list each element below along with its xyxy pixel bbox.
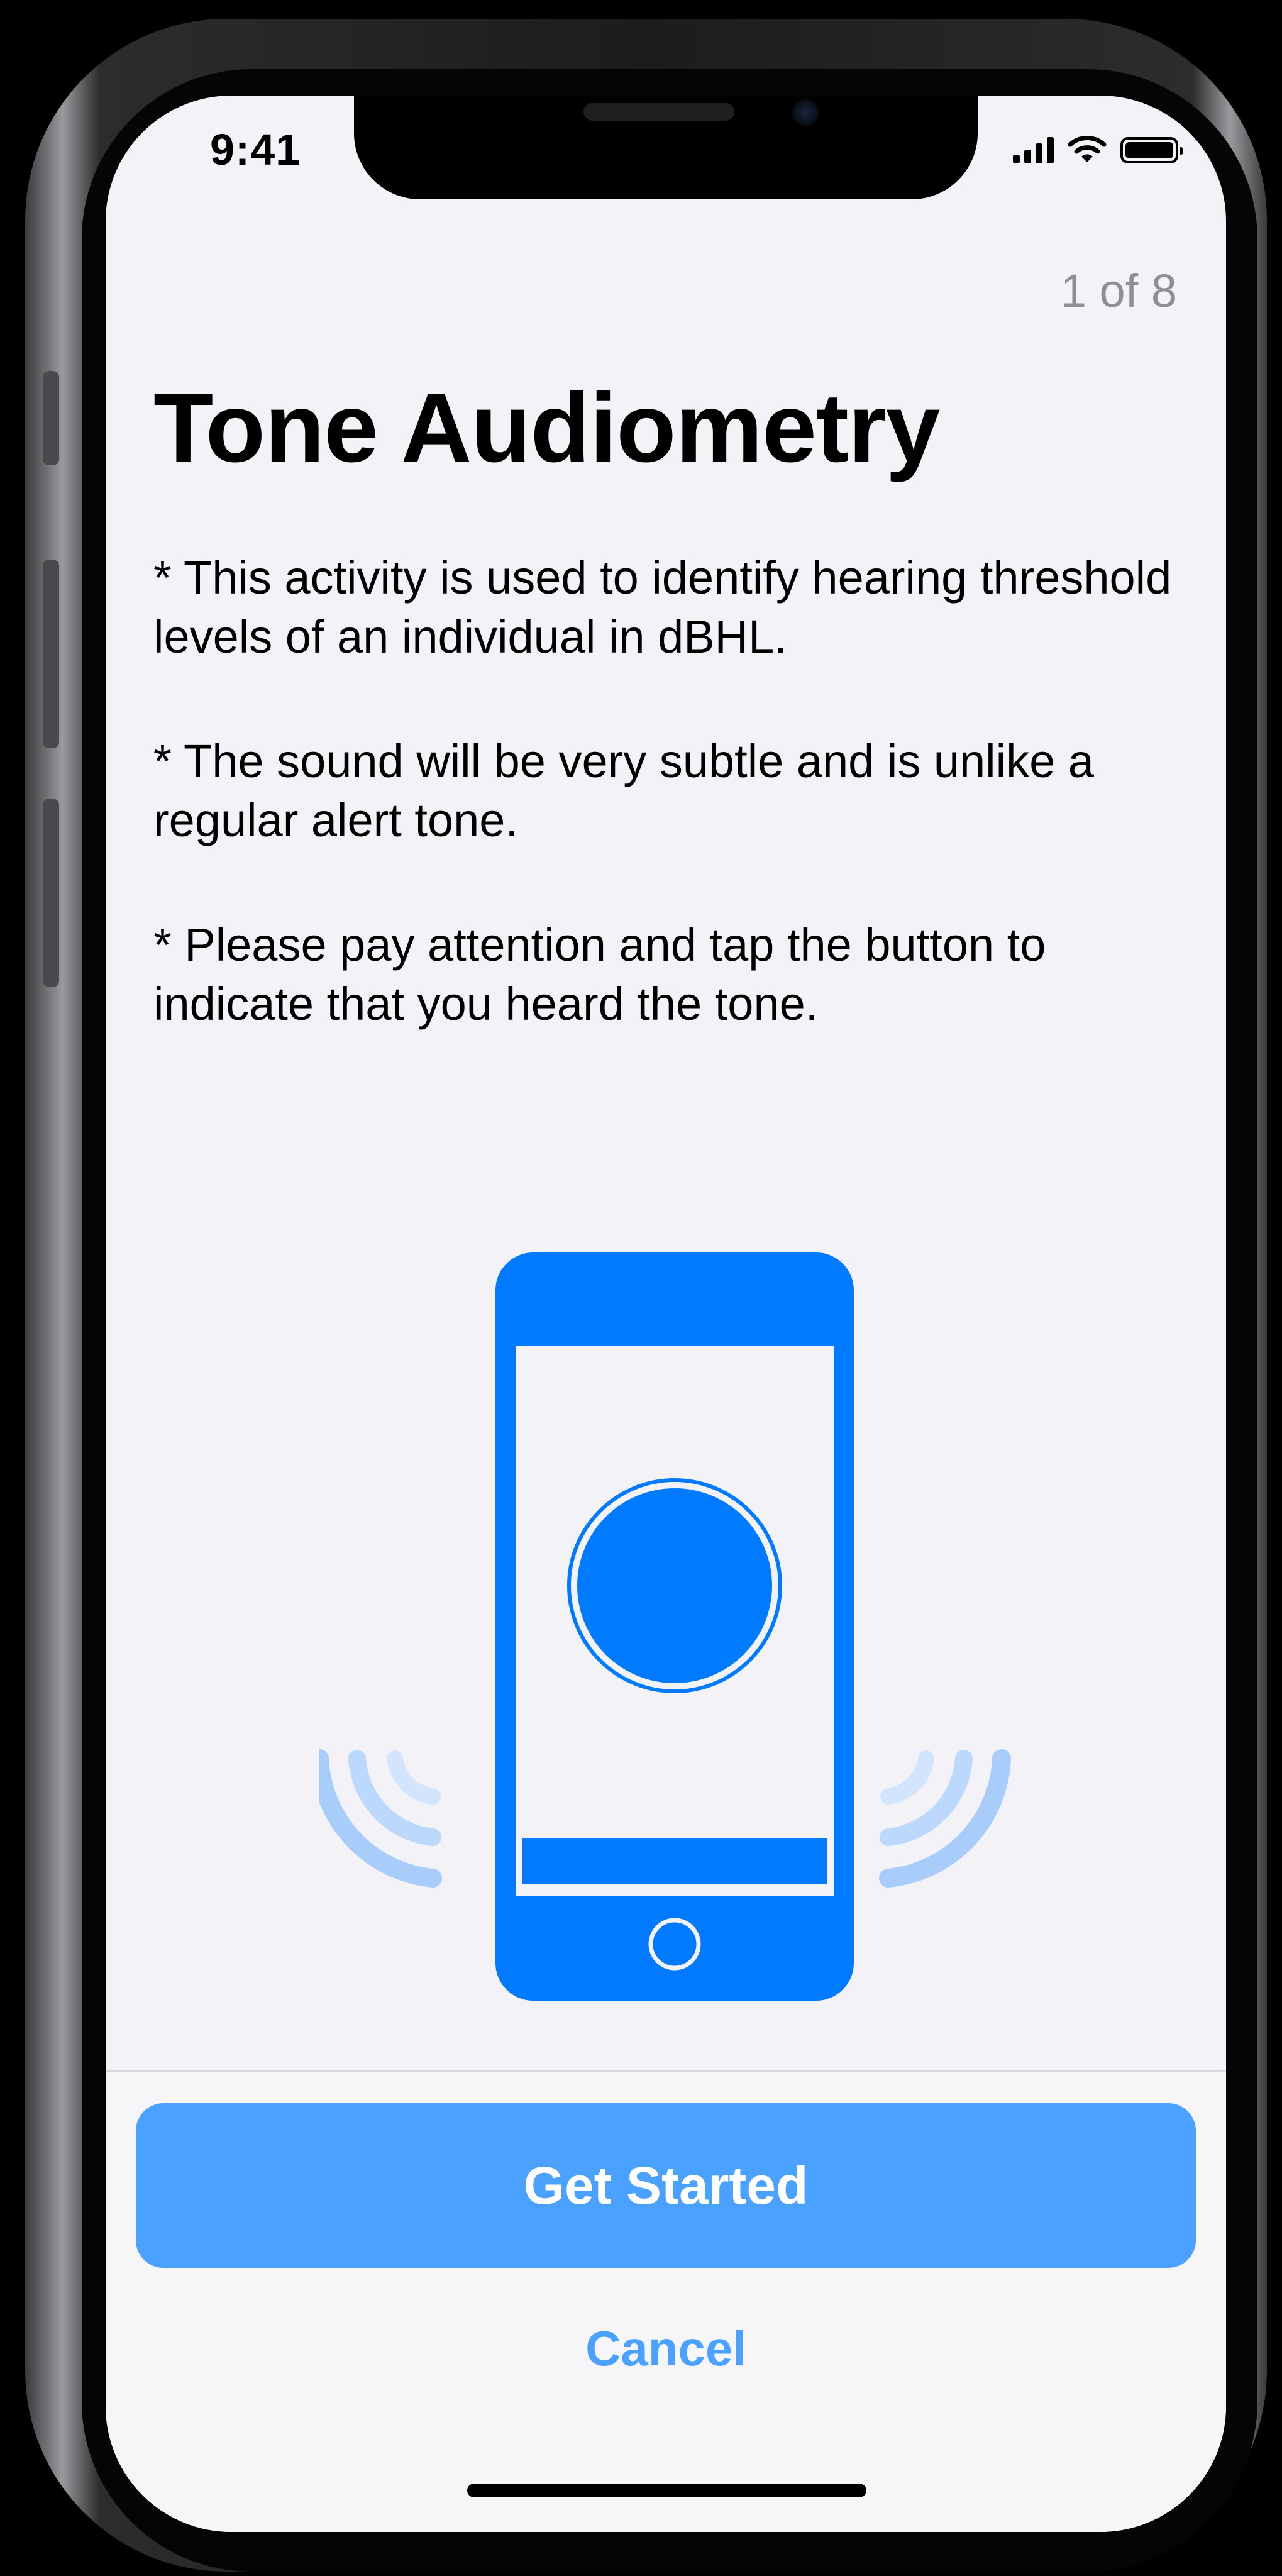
cancel-button[interactable]: Cancel — [106, 2320, 1226, 2377]
front-camera — [792, 99, 819, 126]
step-indicator: 1 of 8 — [1060, 265, 1177, 317]
footer: Get Started Cancel — [106, 2070, 1226, 2532]
status-icons — [1013, 135, 1183, 163]
wifi-icon — [1068, 136, 1107, 162]
screen: 9:41 1 of 8 Tone Audiometry * This activ… — [106, 96, 1226, 2532]
instruction-item: * Please pay attention and tap the butto… — [153, 919, 1046, 1030]
volume-down-button — [43, 799, 59, 987]
instructions: * This activity is used to identify hear… — [153, 548, 1185, 1099]
home-indicator[interactable] — [467, 2484, 866, 2497]
instruction-item: * The sound will be very subtle and is u… — [153, 735, 1094, 846]
tap-target-circle — [577, 1488, 772, 1683]
get-started-button[interactable]: Get Started — [136, 2103, 1196, 2268]
battery-icon — [1120, 137, 1183, 163]
instruction-item: * This activity is used to identify hear… — [153, 551, 1172, 663]
sound-waves-left-icon — [319, 1749, 442, 1888]
cellular-signal-icon — [1013, 136, 1054, 163]
status-time: 9:41 — [210, 125, 301, 174]
speaker-grille — [583, 103, 734, 121]
phone-tap-illustration-icon — [319, 1252, 1011, 2001]
volume-up-button — [43, 560, 59, 748]
page-title: Tone Audiometry — [153, 373, 940, 483]
phone-screen-bar — [522, 1838, 827, 1884]
sound-waves-right-icon — [879, 1749, 1011, 1888]
silent-switch — [43, 371, 59, 465]
notch — [354, 96, 978, 199]
